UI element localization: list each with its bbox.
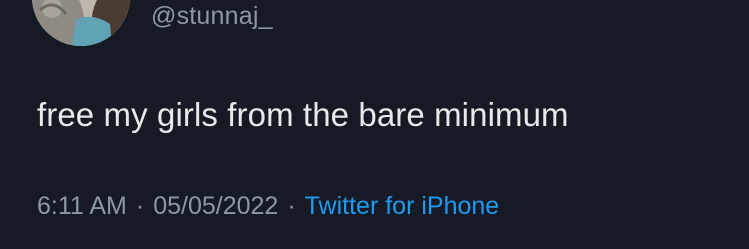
avatar[interactable]: [32, 0, 130, 46]
separator-dot: ·: [135, 192, 145, 220]
separator-dot: ·: [287, 192, 296, 220]
tweet-time[interactable]: 6:11 AM: [37, 192, 127, 221]
tweet-source-link[interactable]: Twitter for iPhone: [305, 192, 500, 221]
tweet-metadata: 6:11 AM · 05/05/2022 · Twitter for iPhon…: [37, 192, 499, 221]
tweet-text: free my girls from the bare minimum: [37, 96, 569, 133]
tweet-card: @stunnaj_ free my girls from the bare mi…: [0, 0, 749, 249]
user-handle[interactable]: @stunnaj_: [151, 2, 273, 31]
tweet-date[interactable]: 05/05/2022: [153, 192, 278, 221]
avatar-photo-icon: [32, 0, 130, 46]
